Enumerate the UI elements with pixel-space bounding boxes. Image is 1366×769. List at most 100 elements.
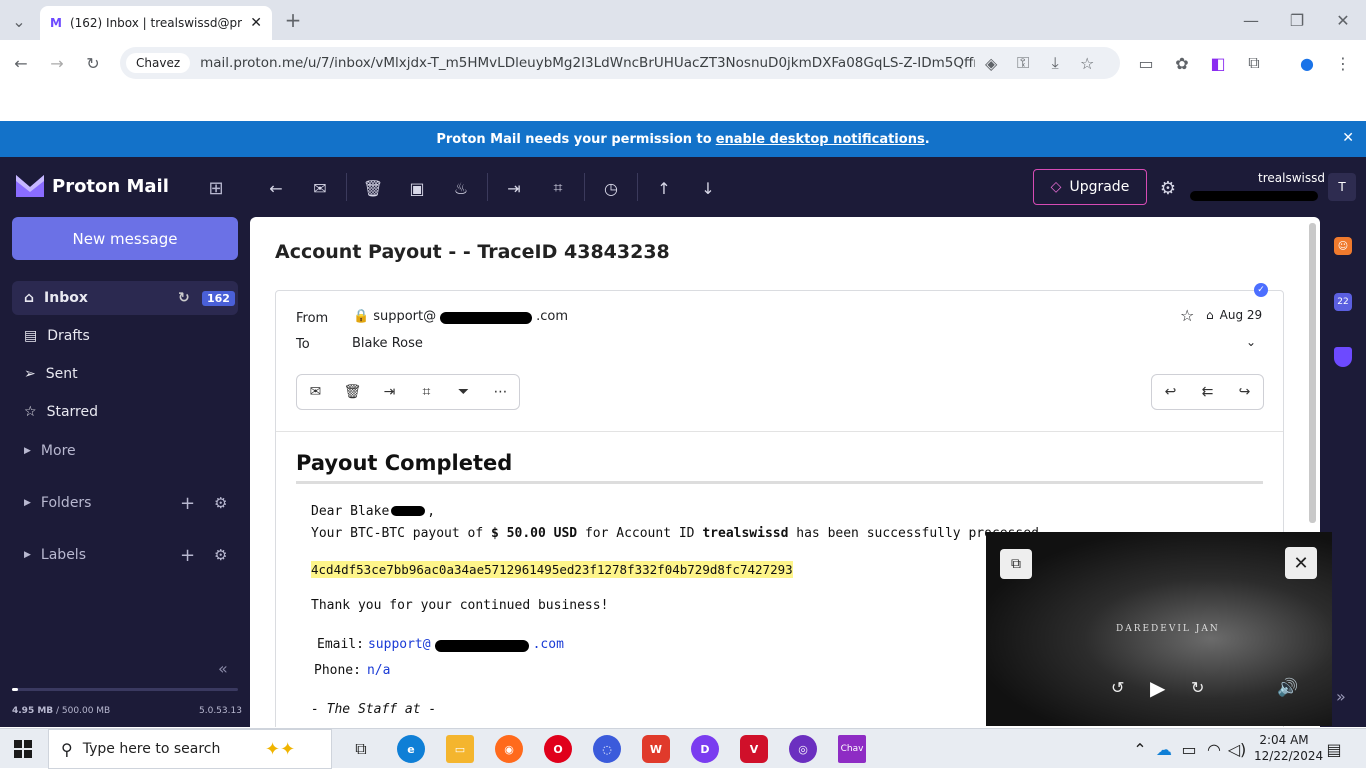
sidebar-labels[interactable]: ▶ Labels + ⚙ (12, 538, 238, 572)
sidebar-item-starred[interactable]: ☆ Starred (12, 395, 238, 429)
signal-icon[interactable]: ◌ (593, 735, 621, 763)
speaker-icon[interactable]: ◁) (1228, 739, 1247, 759)
opera-icon[interactable]: O (544, 735, 572, 763)
file-explorer-icon[interactable]: ▭ (446, 735, 474, 763)
back-icon[interactable]: ← (10, 52, 32, 74)
minimize-icon[interactable]: — (1240, 9, 1262, 31)
profile-chip[interactable]: Chavez (126, 53, 191, 73)
tab-search-icon[interactable]: ⌄ (8, 10, 30, 32)
enable-notifications-link[interactable]: enable desktop notifications (716, 132, 925, 147)
move-to-folder-icon[interactable]: ⇥ (503, 177, 525, 199)
new-message-button[interactable]: New message (12, 217, 238, 260)
camera-icon[interactable]: ▭ (1135, 52, 1157, 74)
sidebar-item-sent[interactable]: ➢ Sent (12, 357, 238, 391)
tab-close-icon[interactable]: ✕ (250, 15, 262, 31)
refresh-icon[interactable]: ↻ (178, 290, 190, 306)
key-icon[interactable]: ⚿ (1007, 53, 1039, 73)
tor-icon[interactable]: ◎ (789, 735, 817, 763)
rewind-icon[interactable]: ↺ (1111, 678, 1124, 697)
wps-icon[interactable]: W (642, 735, 670, 763)
pip-close-icon[interactable]: ✕ (1285, 547, 1317, 579)
chav-app[interactable]: Chav (838, 735, 866, 763)
proton-logo[interactable]: Proton Mail (16, 175, 169, 197)
reload-icon[interactable]: ↻ (82, 52, 104, 74)
back-to-list-icon[interactable]: ← (265, 177, 287, 199)
account-username[interactable]: trealswissd (1258, 171, 1325, 185)
onedrive-icon[interactable]: ☁ (1155, 739, 1173, 759)
previous-message-icon[interactable]: ↑ (653, 177, 675, 199)
vivaldi-icon[interactable]: V (740, 735, 768, 763)
archive-icon[interactable]: ▣ (406, 177, 428, 199)
upgrade-button[interactable]: ◇ Upgrade (1033, 169, 1147, 205)
apps-grid-icon[interactable]: ⊞ (204, 176, 228, 200)
sidebar-item-more[interactable]: ▶ More (12, 434, 238, 468)
label-tag-icon[interactable]: ⌗ (547, 177, 569, 199)
star-message-icon[interactable]: ☆ (1180, 306, 1194, 325)
windows-start-icon[interactable] (14, 740, 32, 758)
add-label-icon[interactable]: + (180, 545, 195, 566)
expand-rail-icon[interactable]: » (1336, 687, 1346, 706)
scrollbar[interactable] (1309, 223, 1316, 523)
email-suffix[interactable]: .com (533, 637, 564, 652)
task-view-icon[interactable]: ⧉ (350, 738, 372, 760)
wifi-icon[interactable]: ◠ (1205, 739, 1223, 759)
account-avatar[interactable]: T (1328, 173, 1356, 201)
proton-drive-icon[interactable]: D (691, 735, 719, 763)
address-bar[interactable]: Chavez mail.proton.me/u/7/inbox/vMlxjdx-… (120, 47, 1120, 79)
clock[interactable]: 2:04 AM 12/22/2024 (1254, 732, 1323, 764)
sidebar-item-drafts[interactable]: ▤ Drafts (12, 319, 238, 353)
edge-icon[interactable]: e (397, 735, 425, 763)
new-tab-icon[interactable]: + (282, 8, 304, 32)
next-message-icon[interactable]: ↓ (697, 177, 719, 199)
back-to-tab-icon[interactable]: ⧉ (1000, 549, 1032, 579)
url-text[interactable]: mail.proton.me/u/7/inbox/vMlxjdx-T_m5HMv… (200, 55, 975, 71)
extension-d-icon[interactable]: ◧ (1207, 52, 1229, 74)
browser-menu-icon[interactable]: ⋮ (1332, 52, 1354, 74)
recipient[interactable]: Blake Rose (352, 336, 423, 351)
trash-icon[interactable]: 🗑 (334, 375, 371, 409)
sender[interactable]: 🔒 support@ .com (353, 309, 568, 324)
folder-settings-icon[interactable]: ⚙ (214, 494, 227, 512)
expand-details-icon[interactable]: ⌄ (1246, 335, 1256, 349)
profile-avatar-icon[interactable]: ● (1296, 52, 1318, 74)
eye-off-icon[interactable]: ◈ (975, 54, 1007, 73)
fast-forward-icon[interactable]: ↻ (1191, 678, 1204, 697)
battery-icon[interactable]: ▭ (1180, 739, 1198, 759)
install-icon[interactable]: ⤓ (1039, 53, 1071, 73)
reply-all-icon[interactable]: ⇇ (1189, 375, 1226, 409)
play-icon[interactable]: ▶ (1150, 676, 1165, 700)
filter-icon[interactable]: ⏷ (445, 375, 482, 409)
trash-icon[interactable]: 🗑 (362, 177, 384, 199)
email-prefix[interactable]: support@ (368, 637, 431, 652)
forward-icon[interactable]: ↪ (1226, 375, 1263, 409)
tray-chevron-icon[interactable]: ⌃ (1131, 739, 1149, 759)
transaction-hash[interactable]: 4cd4df53ce7bb96ac0a34ae5712961495ed23f12… (311, 561, 793, 578)
label-icon[interactable]: ⌗ (408, 375, 445, 409)
snooze-clock-icon[interactable]: ◷ (600, 177, 622, 199)
label-settings-icon[interactable]: ⚙ (214, 546, 227, 564)
settings-gear-icon[interactable]: ⚙ (1157, 177, 1179, 199)
add-folder-icon[interactable]: + (180, 493, 195, 514)
extension-palette-icon[interactable]: ✿ (1171, 52, 1193, 74)
vpn-shield-icon[interactable] (1334, 347, 1352, 367)
browser-tab[interactable]: M (162) Inbox | trealswissd@proto ✕ (40, 6, 272, 40)
mark-unread-icon[interactable]: ✉ (309, 177, 331, 199)
pip-video-player[interactable]: ⧉ ✕ DAREDEVIL JAN ↺ ▶ ↻ 🔊 (986, 532, 1332, 726)
notification-center-icon[interactable]: ▤ (1324, 739, 1344, 759)
more-options-icon[interactable]: ⋯ (482, 375, 519, 409)
mark-unread-icon[interactable]: ✉ (297, 375, 334, 409)
window-close-icon[interactable]: ✕ (1332, 9, 1354, 31)
restore-icon[interactable]: ❐ (1286, 9, 1308, 31)
taskbar-search[interactable]: ⚲ Type here to search ✦✦ (48, 729, 332, 769)
contacts-icon[interactable]: ☺ (1334, 237, 1352, 255)
move-icon[interactable]: ⇥ (371, 375, 408, 409)
reply-icon[interactable]: ↩ (1152, 375, 1189, 409)
bookmark-star-icon[interactable]: ☆ (1071, 54, 1103, 73)
firefox-icon[interactable]: ◉ (495, 735, 523, 763)
collapse-sidebar-icon[interactable]: « (218, 659, 228, 678)
forward-icon[interactable]: → (46, 52, 68, 74)
calendar-icon[interactable]: 22 (1334, 293, 1352, 311)
sidebar-folders[interactable]: ▶ Folders + ⚙ (12, 486, 238, 520)
sidebar-item-inbox[interactable]: ⌂ Inbox ↻ 162 (12, 281, 238, 315)
volume-icon[interactable]: 🔊 (1277, 678, 1298, 698)
